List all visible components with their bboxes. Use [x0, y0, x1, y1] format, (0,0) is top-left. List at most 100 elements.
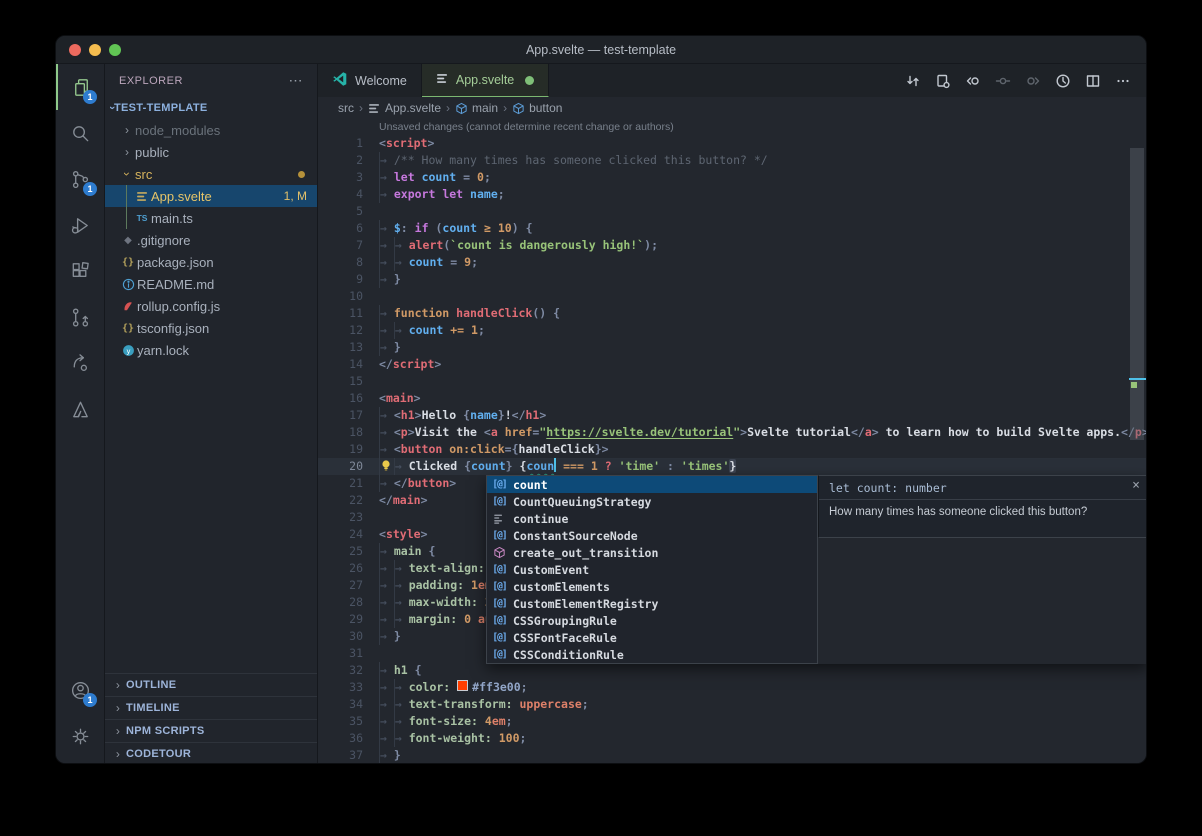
code-line-4[interactable]: 4→ export let name; — [318, 186, 1146, 203]
code-line-1[interactable]: 1<script> — [318, 135, 1146, 152]
suggest-item-create_out_transition[interactable]: create_out_transition — [487, 544, 817, 561]
more-actions-icon[interactable] — [1110, 68, 1136, 94]
code-line-20[interactable]: 20→ Clicked {count} {coun === 1 ? 'time'… — [318, 458, 1146, 475]
file-row-main-ts[interactable]: TSmain.ts — [105, 207, 317, 229]
code-line-5[interactable]: 5 — [318, 203, 1146, 220]
suggest-item-customelements[interactable]: [@]customElements — [487, 578, 817, 595]
folder-row-public[interactable]: ›public — [105, 141, 317, 163]
code-line-35[interactable]: 35→ → font-size: 4em; — [318, 713, 1146, 730]
token: > — [539, 408, 546, 422]
file-row--gitignore[interactable]: ◆.gitignore — [105, 229, 317, 251]
token: button — [401, 442, 443, 456]
code-line-11[interactable]: 11→ function handleClick() { — [318, 305, 1146, 322]
editor-scrollbar[interactable] — [1129, 146, 1146, 764]
token: Hello — [422, 408, 464, 422]
window-controls — [69, 36, 121, 63]
sidebar-panel-codetour[interactable]: ›CODETOUR — [105, 742, 317, 764]
gitlens-compare-icon[interactable] — [900, 68, 926, 94]
code-line-15[interactable]: 15 — [318, 373, 1146, 390]
code-line-32[interactable]: 32→ h1 { — [318, 662, 1146, 679]
symbol-variable-icon: [@] — [491, 581, 508, 592]
code-line-19[interactable]: 19→ <button on:click={handleClick}> — [318, 441, 1146, 458]
code-line-37[interactable]: 37→ } — [318, 747, 1146, 764]
code-line-3[interactable]: 3→ let count = 0; — [318, 169, 1146, 186]
symbol-variable-icon: [@] — [491, 598, 508, 609]
code-line-17[interactable]: 17→ <h1>Hello {name}!</h1> — [318, 407, 1146, 424]
code-line-16[interactable]: 16<main> — [318, 390, 1146, 407]
close-icon[interactable]: × — [1132, 479, 1140, 492]
minimize-window-button[interactable] — [89, 44, 101, 56]
activity-item-source-control[interactable]: 1 — [56, 156, 104, 202]
file-row-app-svelte[interactable]: App.svelte1, M — [105, 185, 317, 207]
suggest-item-customevent[interactable]: [@]CustomEvent — [487, 561, 817, 578]
code-line-9[interactable]: 9→ } — [318, 271, 1146, 288]
code-line-10[interactable]: 10 — [318, 288, 1146, 305]
breadcrumb-item-button[interactable]: button — [512, 101, 562, 115]
activity-item-search[interactable] — [56, 110, 104, 156]
token: } — [394, 272, 401, 286]
tree-root-test-template[interactable]: › TEST-TEMPLATE — [105, 97, 317, 119]
line-number: 31 — [318, 645, 379, 662]
suggest-item-cssconditionrule[interactable]: [@]CSSConditionRule — [487, 646, 817, 663]
suggest-item-continue[interactable]: continue — [487, 510, 817, 527]
file-row-rollup-config-js[interactable]: rollup.config.js — [105, 295, 317, 317]
sidebar-panel-timeline[interactable]: ›TIMELINE — [105, 696, 317, 719]
previous-change-icon[interactable] — [960, 68, 986, 94]
code-line-8[interactable]: 8→ → count = 9; — [318, 254, 1146, 271]
suggest-item-count[interactable]: [@]count — [487, 476, 817, 493]
activity-item-azure[interactable] — [56, 386, 104, 432]
breadcrumb-item-app-svelte[interactable]: App.svelte — [368, 101, 441, 115]
code-line-14[interactable]: 14</script> — [318, 356, 1146, 373]
code-editor[interactable]: Unsaved changes (cannot determine recent… — [318, 119, 1146, 764]
scrollbar-thumb[interactable] — [1130, 148, 1144, 440]
code-line-13[interactable]: 13→ } — [318, 339, 1146, 356]
folder-row-node-modules[interactable]: ›node_modules — [105, 119, 317, 141]
activity-item-extensions[interactable] — [56, 248, 104, 294]
tab-app-svelte[interactable]: App.svelte — [422, 64, 549, 97]
activity-item-live-share[interactable] — [56, 340, 104, 386]
code-line-7[interactable]: 7→ → alert(`count is dangerously high!`)… — [318, 237, 1146, 254]
suggest-item-countqueuingstrategy[interactable]: [@]CountQueuingStrategy — [487, 493, 817, 510]
suggest-item-constantsourcenode[interactable]: [@]ConstantSourceNode — [487, 527, 817, 544]
token: < — [379, 136, 386, 150]
line-number: 17 — [318, 407, 379, 424]
activity-item-github-pr[interactable] — [56, 294, 104, 340]
explorer-more-actions-icon[interactable]: ⋯ — [289, 72, 304, 89]
code-tokens: → → padding: 1em; — [379, 577, 499, 594]
lightbulb-icon[interactable] — [379, 458, 394, 475]
close-window-button[interactable] — [69, 44, 81, 56]
split-editor-icon[interactable] — [1080, 68, 1106, 94]
current-change-icon[interactable] — [990, 68, 1016, 94]
zoom-window-button[interactable] — [109, 44, 121, 56]
tab-welcome[interactable]: Welcome — [318, 64, 422, 97]
next-change-icon[interactable] — [1020, 68, 1046, 94]
code-line-36[interactable]: 36→ → font-weight: 100; — [318, 730, 1146, 747]
file-row-readme-md[interactable]: README.md — [105, 273, 317, 295]
code-line-33[interactable]: 33→ → color: #ff3e00; — [318, 679, 1146, 696]
code-line-2[interactable]: 2→ /** How many times has someone clicke… — [318, 152, 1146, 169]
file-row-package-json[interactable]: {}package.json — [105, 251, 317, 273]
code-tokens: → → font-weight: 100; — [379, 730, 526, 747]
file-row-tsconfig-json[interactable]: {}tsconfig.json — [105, 317, 317, 339]
token: → — [379, 730, 394, 747]
gitlens-heatmap-icon[interactable] — [1050, 68, 1076, 94]
breadcrumb-item-src[interactable]: src — [338, 101, 354, 115]
sidebar-panel-npm-scripts[interactable]: ›NPM SCRIPTS — [105, 719, 317, 742]
breadcrumb-item-main[interactable]: main — [455, 101, 498, 115]
suggest-item-cssfontfacerule[interactable]: [@]CSSFontFaceRule — [487, 629, 817, 646]
activity-item-accounts[interactable]: 1 — [56, 667, 104, 713]
activity-item-explorer[interactable]: 1 — [56, 64, 104, 110]
suggest-item-customelementregistry[interactable]: [@]CustomElementRegistry — [487, 595, 817, 612]
code-line-34[interactable]: 34→ → text-transform: uppercase; — [318, 696, 1146, 713]
file-row-yarn-lock[interactable]: yyarn.lock — [105, 339, 317, 361]
code-line-6[interactable]: 6→ $: if (count ≥ 10) { — [318, 220, 1146, 237]
activity-item-settings[interactable] — [56, 713, 104, 759]
code-line-18[interactable]: 18→ <p>Visit the <a href="https://svelte… — [318, 424, 1146, 441]
token: < — [484, 425, 491, 439]
code-line-12[interactable]: 12→ → count += 1; — [318, 322, 1146, 339]
open-changes-icon[interactable] — [930, 68, 956, 94]
sidebar-panel-outline[interactable]: ›OUTLINE — [105, 673, 317, 696]
activity-item-run-debug[interactable] — [56, 202, 104, 248]
suggest-item-cssgroupingrule[interactable]: [@]CSSGroupingRule — [487, 612, 817, 629]
folder-row-src[interactable]: ›src — [105, 163, 317, 185]
